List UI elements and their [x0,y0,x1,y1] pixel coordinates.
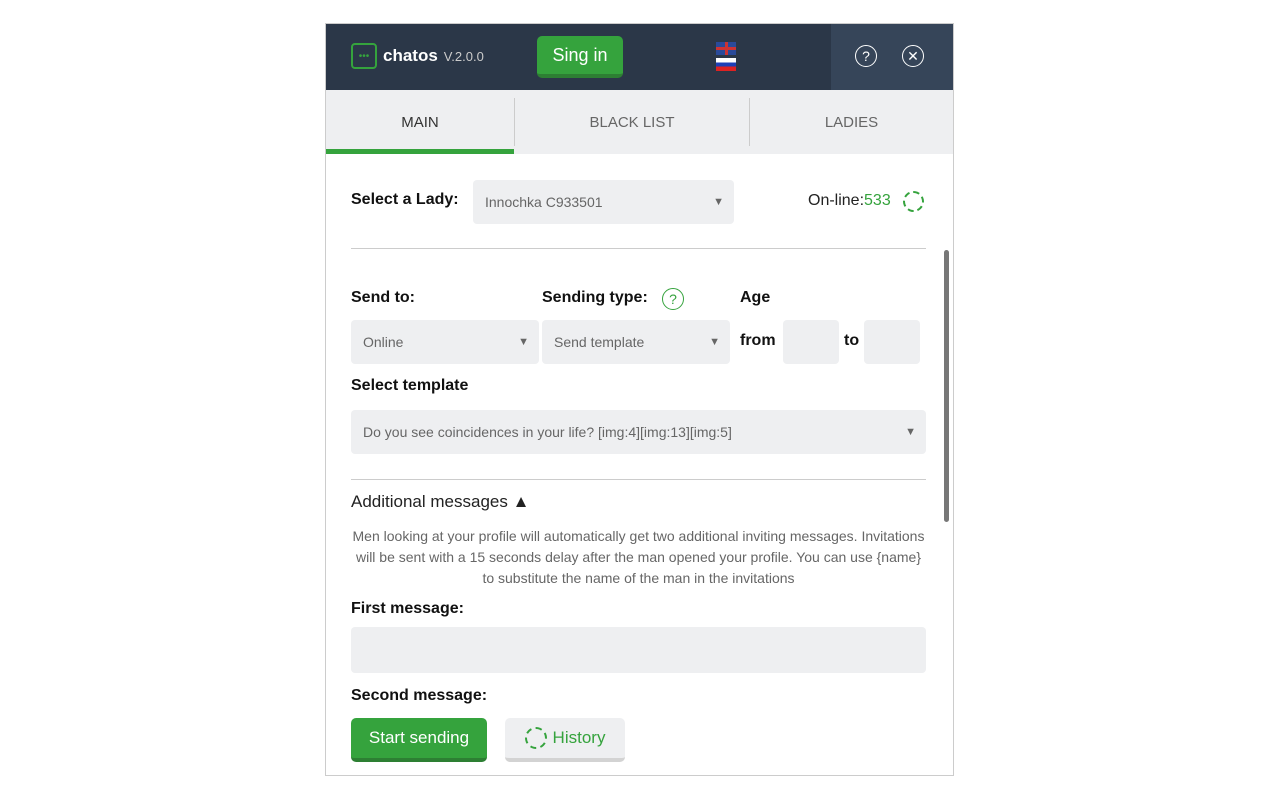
header-actions [831,24,953,90]
chatos-panel: ••• chatos V.2.0.0 Sing in ? ✕ MAIN BLAC… [325,23,954,776]
sign-in-button[interactable]: Sing in [537,36,623,78]
dropdown-arrow-icon: ▼ [905,426,916,438]
select-template-label: Select template [351,377,469,394]
tab-bar: MAIN BLACK LIST LADIES [326,90,953,154]
template-select[interactable]: Do you see coincidences in your life? [i… [351,410,926,454]
age-label: Age [740,289,771,306]
refresh-icon[interactable] [903,191,924,212]
history-button[interactable]: History [505,718,625,762]
tab-ladies[interactable]: LADIES [749,98,953,146]
first-message-label: First message: [351,600,464,617]
age-from-label: from [740,332,776,349]
send-to-value: Online [363,334,404,350]
close-icon[interactable]: ✕ [902,45,924,67]
second-message-label: Second message: [351,687,488,704]
online-status: On-line:533 [808,192,891,210]
uk-flag-icon[interactable] [716,42,736,55]
header: ••• chatos V.2.0.0 Sing in ? ✕ [326,24,953,90]
additional-messages-toggle[interactable]: Additional messages ▲ [351,492,529,512]
age-from-input[interactable] [783,320,839,364]
template-value: Do you see coincidences in your life? [i… [363,424,732,440]
online-label: On-line: [808,192,865,209]
clock-history-icon [524,727,547,749]
select-lady-label: Select a Lady: [351,191,459,208]
chat-logo-icon: ••• [351,43,377,69]
help-icon[interactable]: ? [662,288,684,310]
send-to-label: Send to: [351,289,415,306]
start-sending-button[interactable]: Start sending [351,718,487,762]
first-message-textarea[interactable] [351,627,926,673]
app-name: chatos [383,46,438,65]
additional-description: Men looking at your profile will automat… [352,528,925,586]
help-icon[interactable]: ? [855,45,877,67]
history-label: History [552,728,606,747]
dropdown-arrow-icon: ▼ [709,336,720,348]
online-count: 533 [864,192,891,209]
send-to-select[interactable]: Online ▼ [351,320,539,364]
russia-flag-icon[interactable] [716,58,736,71]
app-version: V.2.0.0 [443,48,484,64]
sending-type-label: Sending type: [542,289,648,306]
additional-messages-label: Additional messages [351,492,508,511]
divider [351,479,926,480]
age-to-label: to [844,332,860,349]
dropdown-arrow-icon: ▼ [713,196,724,208]
logo: ••• chatos V.2.0.0 [351,43,484,69]
dropdown-arrow-icon: ▼ [518,336,529,348]
divider [351,248,926,249]
sending-type-value: Send template [554,334,645,350]
lady-select[interactable]: Innochka C933501 ▼ [473,180,734,224]
lady-select-value: Innochka C933501 [485,194,603,210]
triangle-up-icon: ▲ [512,492,530,511]
tab-black-list[interactable]: BLACK LIST [514,98,749,146]
scrollbar[interactable] [944,250,949,522]
sending-type-select[interactable]: Send template ▼ [542,320,730,364]
age-to-input[interactable] [864,320,920,364]
tab-main[interactable]: MAIN [326,90,514,154]
